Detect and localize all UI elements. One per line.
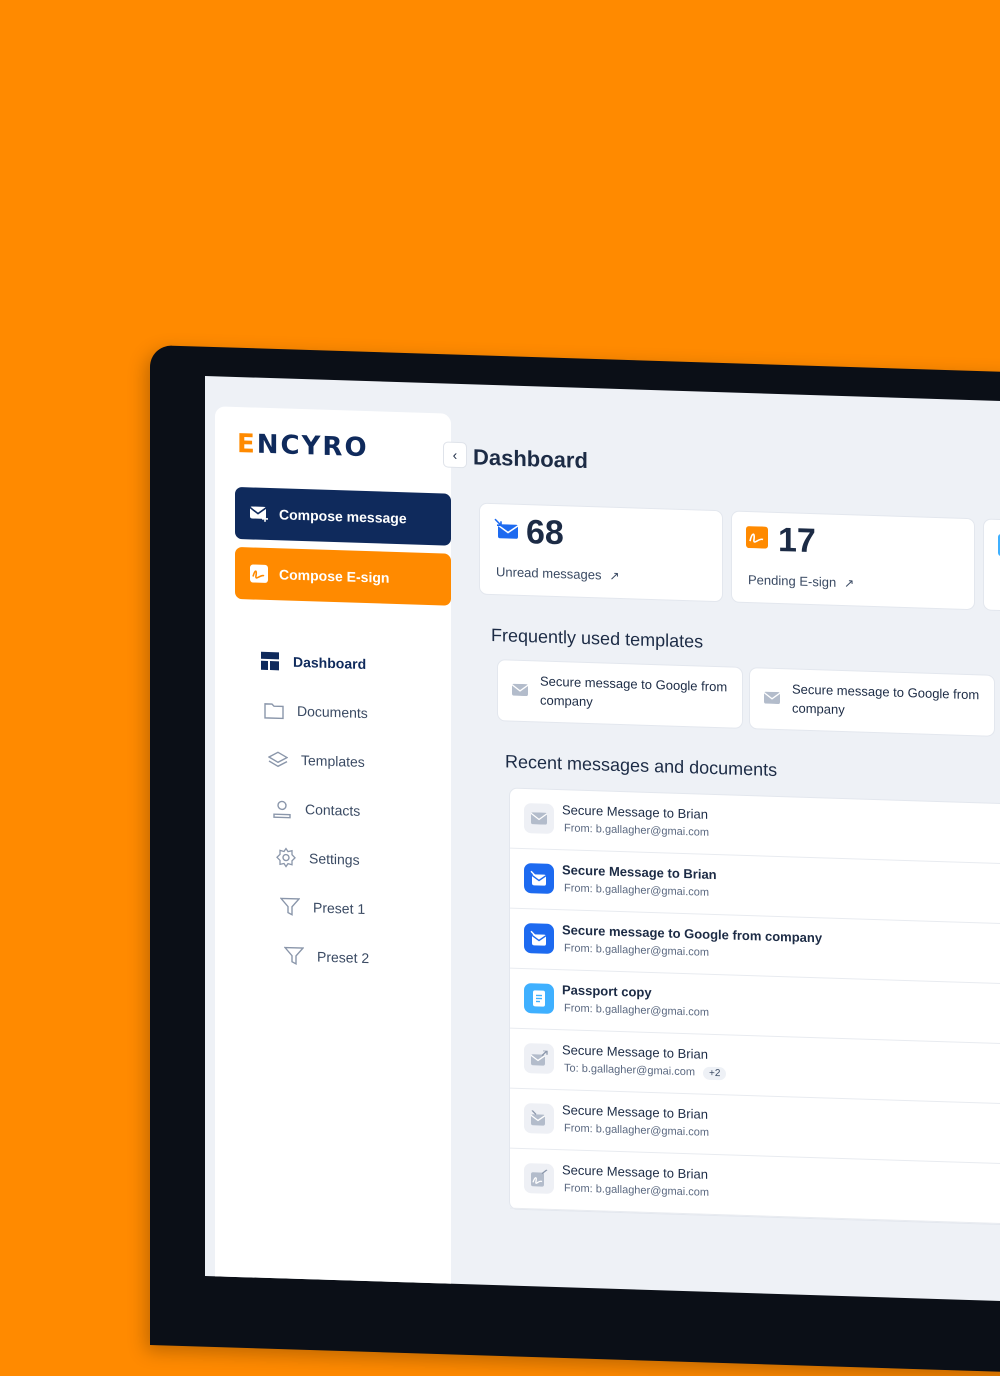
sidebar-item-label: Settings <box>309 849 360 868</box>
item-sender: From: b.gallagher@gmai.com <box>564 942 710 959</box>
stat-card-partial[interactable]: N <box>983 518 1000 612</box>
mail-icon <box>494 518 519 541</box>
app-logo: ENCYRO <box>237 429 369 464</box>
stat-label-row: Pending E-sign ↗ <box>748 572 854 590</box>
template-card[interactable]: Secure message to Google from company <box>497 659 743 729</box>
compose-message-button[interactable]: Compose message <box>235 486 451 546</box>
dashboard-icon <box>259 649 281 672</box>
template-card[interactable]: Secure message to Google from company <box>749 667 995 737</box>
template-title: Secure message to Google from company <box>540 673 728 710</box>
recipient-count-badge: +2 <box>703 1066 727 1081</box>
stat-value: 17 <box>778 521 816 561</box>
sidebar-item-documents[interactable]: Documents <box>263 685 369 737</box>
item-sender: From: b.gallagher@gmai.com <box>564 1002 710 1019</box>
recent-list: Secure Message to Brian From: b.gallaghe… <box>509 787 1000 1230</box>
item-title: Secure Message to Brian <box>562 1162 708 1182</box>
sidebar-item-contacts[interactable]: Contacts <box>271 783 369 835</box>
app-screen: ENCYRO ‹ Compose message Compose E-sign … <box>205 376 1000 1305</box>
layers-icon <box>267 747 289 770</box>
mail-icon <box>524 1103 554 1134</box>
signature-icon <box>524 1163 554 1194</box>
user-icon <box>271 797 293 820</box>
folder-icon <box>263 698 285 721</box>
compose-message-label: Compose message <box>279 506 407 527</box>
item-title: Passport copy <box>562 982 652 1001</box>
mail-icon <box>524 803 554 834</box>
sidebar-item-label: Preset 2 <box>317 948 370 966</box>
stat-label: Pending E-sign <box>748 572 837 590</box>
mail-plus-icon <box>247 503 271 524</box>
templates-row: Secure message to Google from company Se… <box>497 659 1000 738</box>
collapse-sidebar-button[interactable]: ‹ <box>443 441 467 469</box>
filter-icon <box>283 944 305 967</box>
compose-esign-button[interactable]: Compose E-sign <box>235 546 451 606</box>
chevron-left-icon: ‹ <box>452 446 458 463</box>
signature-icon <box>746 526 770 549</box>
mail-icon <box>511 683 529 698</box>
sidebar-item-preset-2[interactable]: Preset 2 <box>283 930 369 982</box>
compose-esign-label: Compose E-sign <box>279 566 390 586</box>
gear-icon <box>275 846 297 869</box>
mail-open-icon <box>524 863 554 894</box>
document-icon <box>524 983 554 1014</box>
sidebar-item-label: Templates <box>301 751 365 770</box>
sidebar-item-label: Preset 1 <box>313 898 366 917</box>
sidebar: ENCYRO ‹ Compose message Compose E-sign … <box>215 406 467 1305</box>
mail-icon <box>763 691 781 706</box>
filter-icon <box>279 895 301 918</box>
item-recipient-row: To: b.gallagher@gmai.com +2 <box>564 1062 727 1081</box>
arrow-up-right-icon: ↗ <box>844 576 855 591</box>
mail-open-icon <box>524 923 554 954</box>
sidebar-item-label: Documents <box>297 702 368 721</box>
sidebar-item-preset-1[interactable]: Preset 1 <box>279 881 369 933</box>
sidebar-item-templates[interactable]: Templates <box>267 734 369 786</box>
mail-sent-icon <box>524 1043 554 1074</box>
item-title: Secure Message to Brian <box>562 802 708 822</box>
item-sender: From: b.gallagher@gmai.com <box>564 1122 710 1139</box>
sidebar-item-settings[interactable]: Settings <box>275 832 369 884</box>
item-title: Secure Message to Brian <box>562 862 717 883</box>
item-title: Secure Message to Brian <box>562 1102 708 1122</box>
item-sender: From: b.gallagher@gmai.com <box>564 822 710 839</box>
sidebar-item-label: Dashboard <box>293 653 367 672</box>
item-sender: From: b.gallagher@gmai.com <box>564 1182 710 1199</box>
main-content: Dashboard 68 Unread messages ↗ 17 Pending… <box>473 414 1000 1230</box>
stat-card-unread[interactable]: 68 Unread messages ↗ <box>479 502 723 603</box>
page-title: Dashboard <box>473 444 588 474</box>
templates-heading: Frequently used templates <box>491 624 704 652</box>
item-title: Secure Message to Brian <box>562 1042 708 1062</box>
stat-label: Unread messages <box>496 564 602 583</box>
stats-row: 68 Unread messages ↗ 17 Pending E-sign ↗ N <box>479 502 1000 612</box>
arrow-up-right-icon: ↗ <box>609 568 620 584</box>
stat-value: 68 <box>526 513 564 553</box>
stat-card-pending-esign[interactable]: 17 Pending E-sign ↗ <box>731 510 975 611</box>
item-sender: From: b.gallagher@gmai.com <box>564 882 710 899</box>
sidebar-item-dashboard[interactable]: Dashboard <box>259 636 369 688</box>
template-title: Secure message to Google from company <box>792 681 980 718</box>
stat-label-row: Unread messages ↗ <box>496 564 620 583</box>
sidebar-item-label: Contacts <box>305 800 361 819</box>
item-title: Secure message to Google from company <box>562 922 823 946</box>
recent-heading: Recent messages and documents <box>505 751 778 780</box>
sidebar-nav: Dashboard Documents Templates Contacts S… <box>259 636 369 982</box>
signature-icon <box>247 563 271 584</box>
item-recipient: To: b.gallagher@gmai.com <box>564 1062 696 1079</box>
